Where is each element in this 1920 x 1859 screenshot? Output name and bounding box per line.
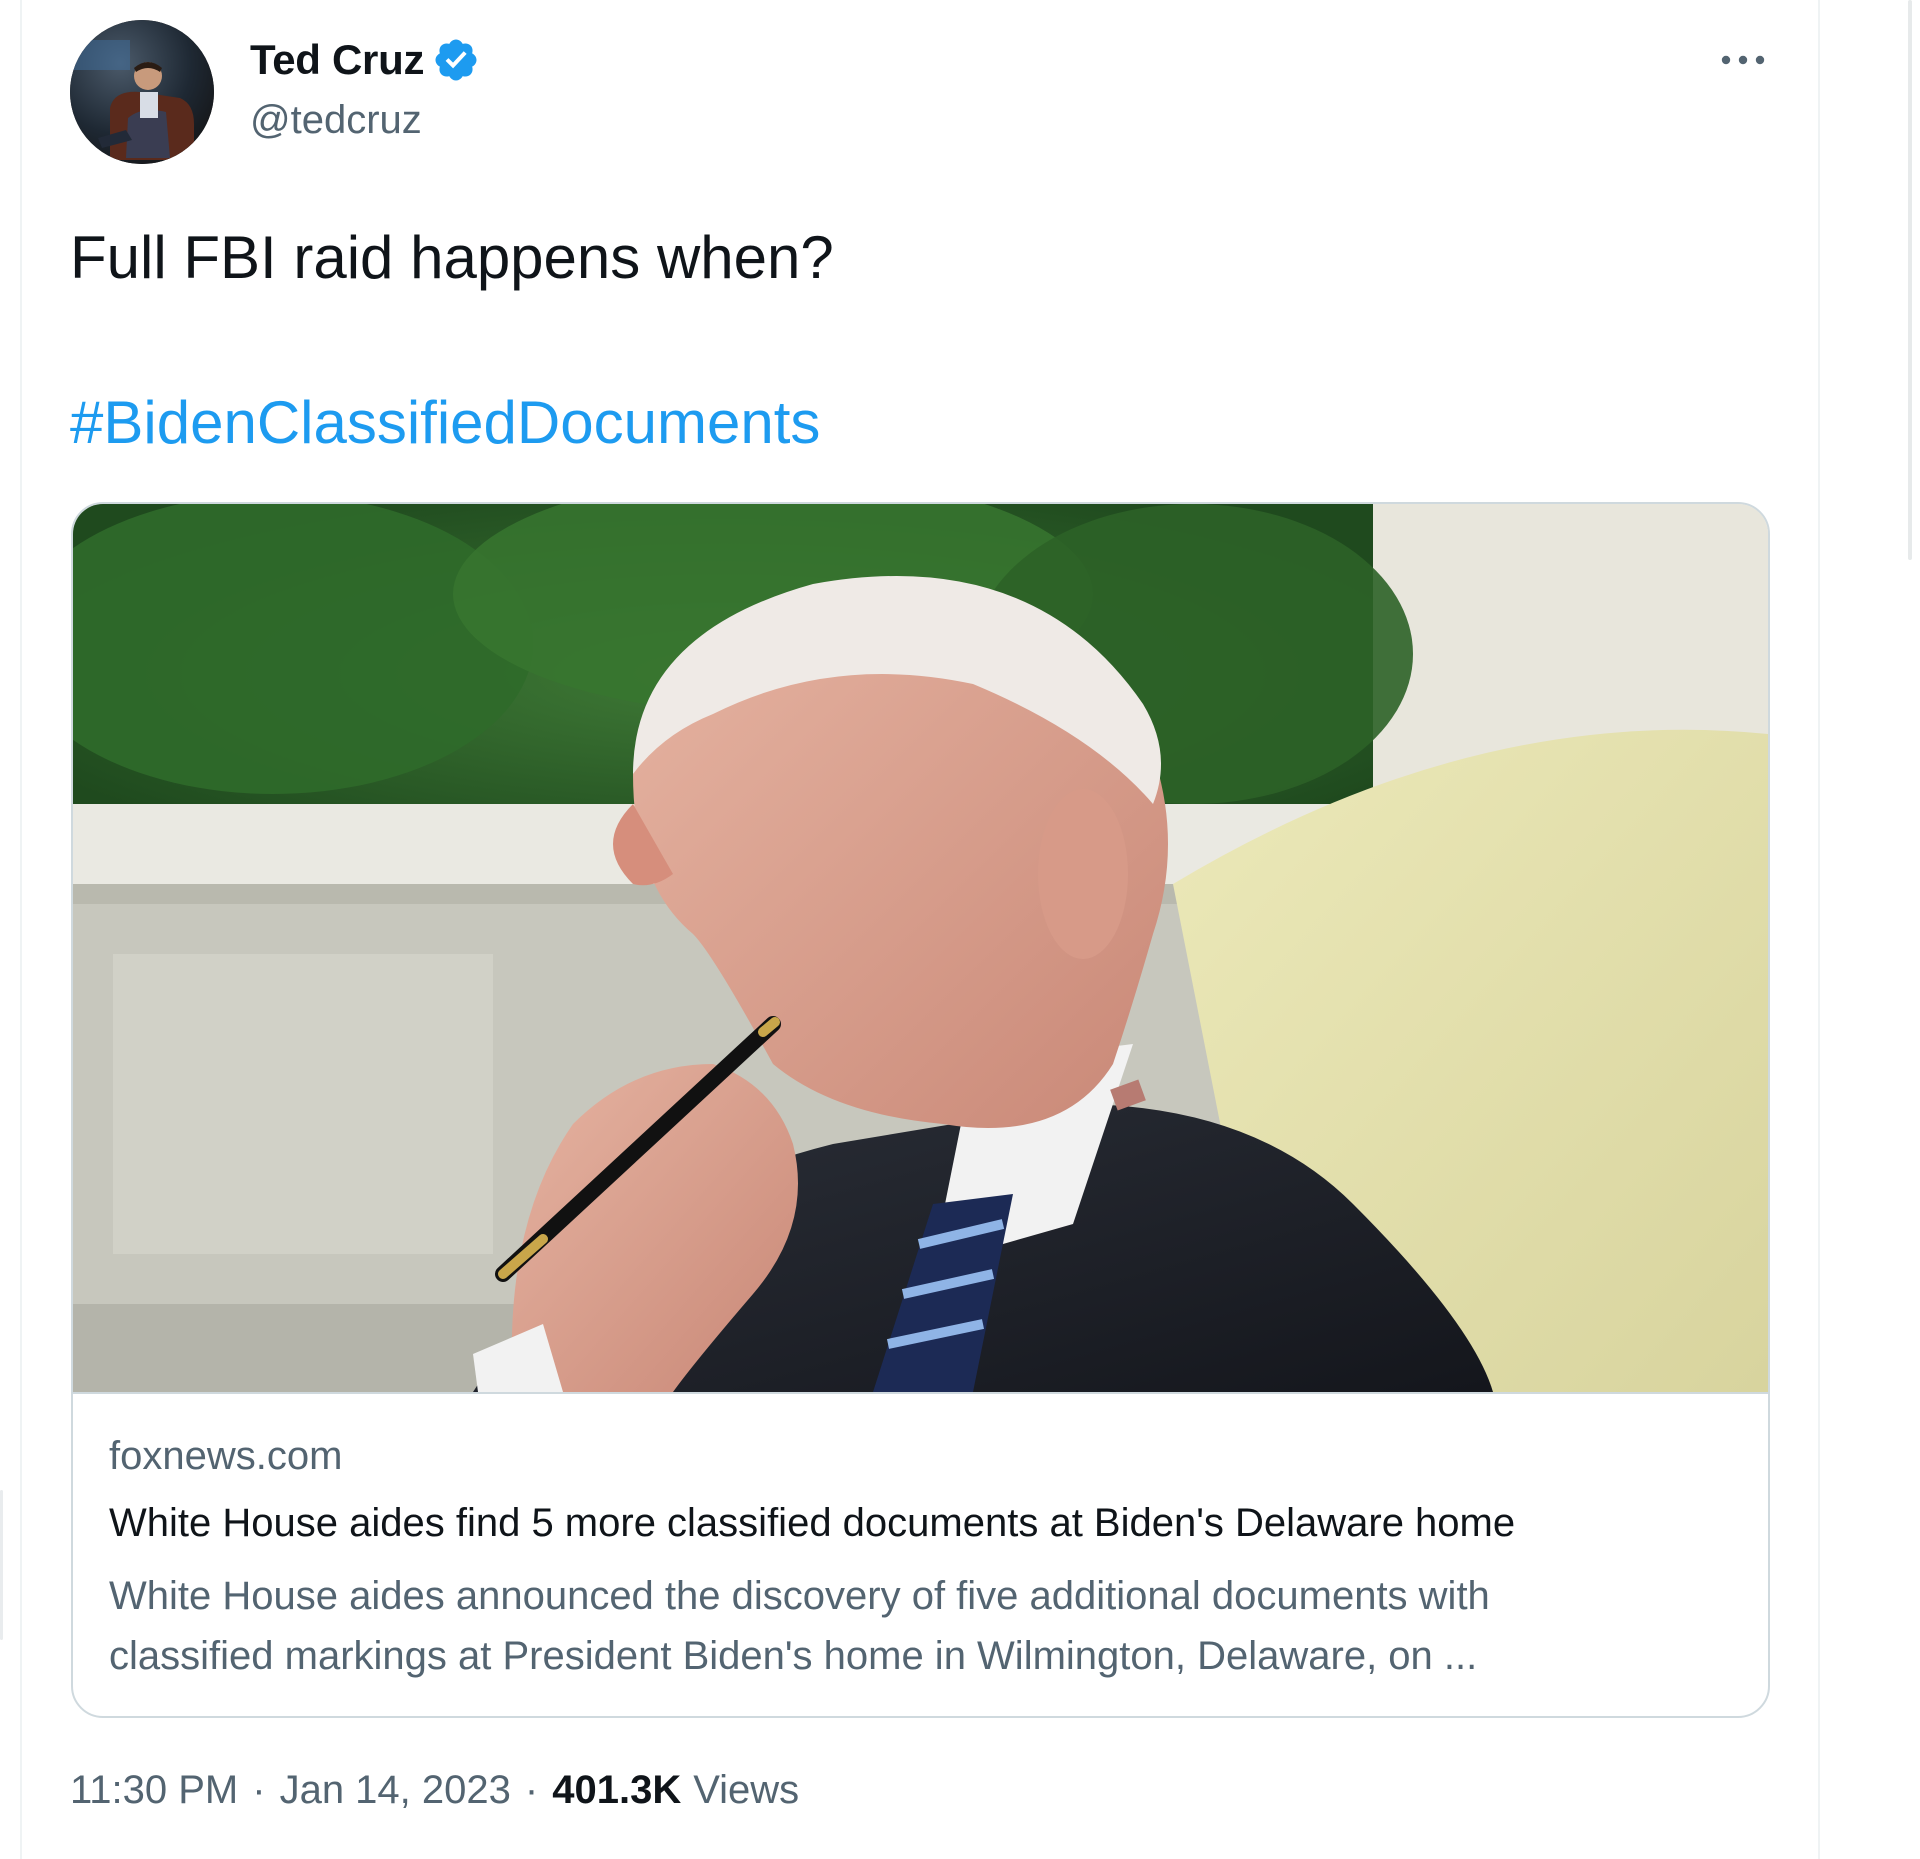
tweet-date[interactable]: Jan 14, 2023 [280,1768,511,1813]
author-handle[interactable]: @tedcruz [250,92,422,148]
card-image [73,504,1768,1394]
tweet-page: Ted Cruz @tedcruz Full FBI raid happens … [0,0,1920,1859]
display-name[interactable]: Ted Cruz [250,36,424,84]
card-description-line: classified markings at President Biden's… [109,1634,1478,1678]
more-horizontal-icon [1721,55,1765,65]
author-name-row[interactable]: Ted Cruz [250,32,480,88]
scrollbar[interactable] [1908,0,1912,560]
meta-separator: · [252,1768,266,1812]
tweet-meta: 11:30 PM · Jan 14, 2023 · 401.3K Views [70,1768,799,1813]
tweet-time[interactable]: 11:30 PM [70,1768,238,1813]
card-description-line: White House aides announced the discover… [109,1574,1490,1618]
card-domain: foxnews.com [109,1434,343,1478]
more-options-button[interactable] [1708,38,1778,82]
avatar-photo [70,20,214,164]
meta-separator: · [524,1768,539,1812]
card-description: White House aides announced the discover… [109,1566,1729,1686]
views-count[interactable]: 401.3K [552,1768,681,1813]
edge-divider [0,1490,3,1640]
avatar[interactable] [70,20,214,164]
tweet-text: Full FBI raid happens when? [70,224,834,291]
link-preview-card[interactable]: foxnews.com White House aides find 5 mor… [71,502,1770,1718]
card-title: White House aides find 5 more classified… [109,1501,1516,1545]
verified-badge-icon [432,36,480,84]
news-photo [73,504,1768,1392]
timeline-right-border [1818,0,1820,1859]
timeline-left-border [20,0,22,1859]
hashtag-link[interactable]: #BidenClassifiedDocuments [70,385,820,461]
views-label[interactable]: Views [693,1768,799,1813]
